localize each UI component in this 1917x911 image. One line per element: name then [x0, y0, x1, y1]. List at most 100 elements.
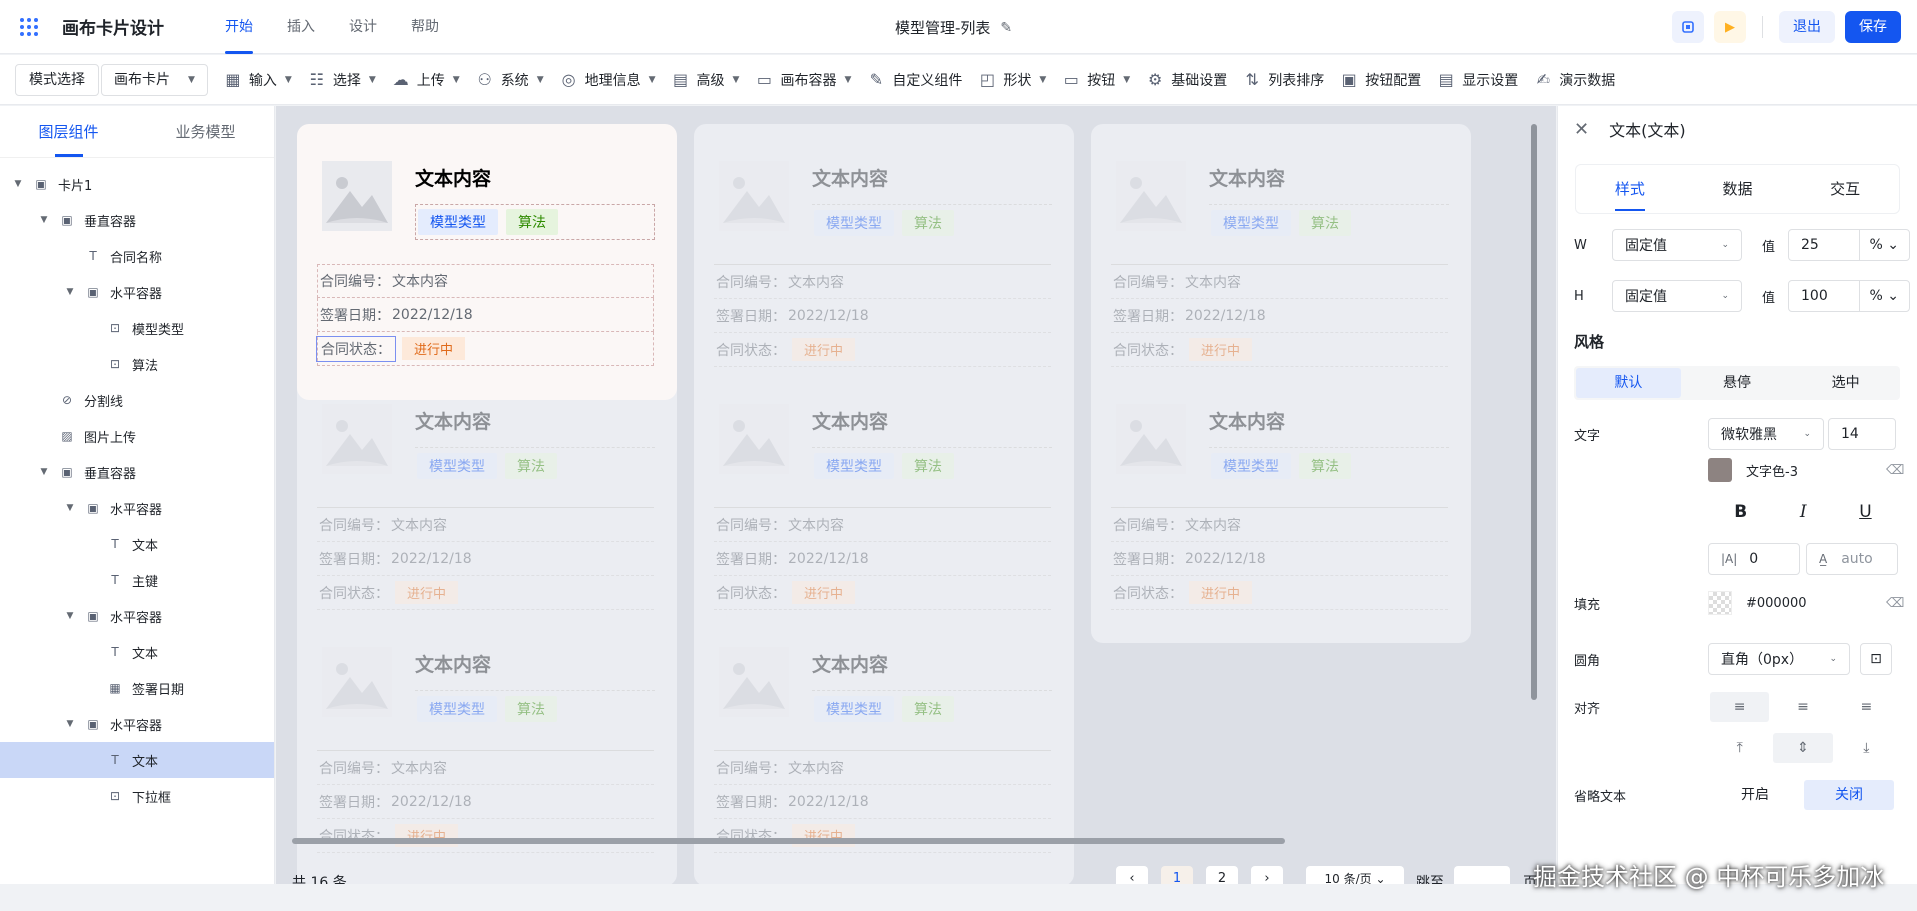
save-button[interactable]: 保存 [1845, 11, 1901, 43]
height-unit-select[interactable]: % ⌄ [1858, 281, 1910, 311]
tree-node[interactable]: ▼ ▣ 水平容器 [0, 598, 274, 634]
list-card[interactable]: 文本内容模型类型算法合同编号：文本内容签署日期：2022/12/18合同状态：进… [297, 124, 677, 400]
tab-data[interactable]: 数据 [1684, 165, 1792, 213]
tree-node[interactable]: ▼ ▣ 卡片1 [0, 166, 274, 202]
width-unit-select[interactable]: % ⌄ [1858, 230, 1910, 260]
align-justify-icon[interactable]: ≡ [1837, 692, 1896, 722]
tree-node[interactable]: ⊘ 分割线 [0, 382, 274, 418]
state-selected[interactable]: 选中 [1793, 368, 1898, 398]
info-label[interactable]: 合同状态： [316, 335, 396, 362]
radius-select[interactable]: 直角（0px） ⌄ [1708, 643, 1850, 675]
width-mode-select[interactable]: 固定值 ⌄ [1612, 229, 1742, 261]
edit-icon[interactable]: ✎ [1000, 20, 1012, 36]
mode-select-button[interactable]: 模式选择 [15, 63, 99, 96]
tab-start[interactable]: 开始 [208, 0, 270, 54]
page-button-1[interactable]: 1 [1161, 866, 1193, 884]
font-family-select[interactable]: 微软雅黑 ⌄ [1708, 418, 1824, 450]
tab-layers[interactable]: 图层组件 [0, 106, 137, 157]
state-hover[interactable]: 悬停 [1685, 368, 1790, 398]
caret-down-icon[interactable]: ▼ [38, 467, 50, 477]
toolbar-demo-data[interactable]: ✍ 演示数据 [1533, 70, 1616, 90]
corner-settings-icon[interactable]: ⊡ [1860, 643, 1892, 675]
toolbar-select[interactable]: ☷ 选择 ▼ [307, 70, 376, 90]
caret-down-icon[interactable]: ▼ [38, 215, 50, 225]
tree-node[interactable]: ⊡ 模型类型 [0, 310, 274, 346]
bold-icon[interactable]: B [1734, 502, 1747, 522]
line-height-input[interactable]: A̲ auto [1806, 543, 1898, 575]
list-card[interactable]: 文本内容模型类型算法合同编号：文本内容签署日期：2022/12/18合同状态：进… [694, 124, 1074, 400]
caret-down-icon[interactable]: ▼ [64, 611, 76, 621]
prev-page-button[interactable]: ‹ [1116, 866, 1148, 884]
tab-insert[interactable]: 插入 [270, 0, 332, 54]
toolbar-system[interactable]: ⚇ 系统 ▼ [475, 70, 544, 90]
tab-interaction[interactable]: 交互 [1791, 165, 1899, 213]
caret-down-icon[interactable]: ▼ [64, 287, 76, 297]
tab-business-model[interactable]: 业务模型 [137, 106, 274, 157]
tree-node[interactable]: ▼ ▣ 垂直容器 [0, 454, 274, 490]
tree-node[interactable]: ▼ ▣ 水平容器 [0, 274, 274, 310]
vertical-scrollbar[interactable] [1531, 124, 1537, 700]
toolbar-shape[interactable]: ◰ 形状 ▼ [977, 70, 1046, 90]
text-color-swatch[interactable] [1708, 458, 1732, 482]
font-size-input[interactable]: 14 [1828, 418, 1896, 450]
tree-node[interactable]: ▼ ▣ 水平容器 [0, 490, 274, 526]
exit-button[interactable]: 退出 [1779, 11, 1835, 43]
state-default[interactable]: 默认 [1576, 368, 1681, 398]
next-page-button[interactable]: › [1251, 866, 1283, 884]
letter-spacing-input[interactable]: |A| 0 [1708, 543, 1800, 575]
caret-down-icon[interactable]: ▼ [64, 719, 76, 729]
height-value-input[interactable]: 100 % ⌄ [1788, 280, 1910, 312]
jump-input[interactable] [1454, 866, 1510, 884]
tag-icon[interactable]: ⌫ [1886, 463, 1904, 478]
toolbar-advanced[interactable]: ▤ 高级 ▼ [671, 70, 739, 90]
toolbar-settings[interactable]: ⚙ 基础设置 [1145, 70, 1227, 90]
toolbar-input[interactable]: ▦ 输入 ▼ [223, 70, 291, 90]
list-card[interactable]: 文本内容模型类型算法合同编号：文本内容签署日期：2022/12/18合同状态：进… [1091, 367, 1471, 643]
toolbar-geo[interactable]: ◎ 地理信息 ▼ [559, 70, 656, 90]
tag-icon[interactable]: ⌫ [1886, 596, 1904, 611]
tab-style[interactable]: 样式 [1576, 165, 1684, 213]
caret-down-icon[interactable]: ▼ [12, 179, 24, 189]
toolbar-button[interactable]: ▭ 按钮 ▼ [1061, 70, 1130, 90]
tab-help[interactable]: 帮助 [394, 0, 456, 54]
toolbar-custom-component[interactable]: ✎ 自定义组件 [866, 70, 963, 90]
caret-down-icon[interactable]: ▼ [64, 503, 76, 513]
width-value-input[interactable]: 25 % ⌄ [1788, 229, 1910, 261]
tree-node[interactable]: ▼ ▣ 垂直容器 [0, 202, 274, 238]
align-center-icon[interactable]: ≡ [1773, 692, 1832, 722]
tree-node[interactable]: ▨ 图片上传 [0, 418, 274, 454]
horizontal-scrollbar[interactable] [292, 838, 1285, 844]
app-grid-icon[interactable] [20, 16, 42, 38]
align-bottom-icon[interactable]: ⤓ [1837, 733, 1896, 763]
list-card[interactable]: 文本内容模型类型算法合同编号：文本内容签署日期：2022/12/18合同状态：进… [694, 367, 1074, 643]
page-button-2[interactable]: 2 [1206, 866, 1238, 884]
ellipsis-off[interactable]: 关闭 [1804, 780, 1894, 810]
fill-color-swatch[interactable] [1708, 591, 1732, 615]
toolbar-upload[interactable]: ☁ 上传 ▼ [391, 70, 460, 90]
tree-node[interactable]: T 合同名称 [0, 238, 274, 274]
tree-node[interactable]: ⊡ 算法 [0, 346, 274, 382]
list-card[interactable]: 文本内容模型类型算法合同编号：文本内容签署日期：2022/12/18合同状态：进… [1091, 124, 1471, 400]
align-left-icon[interactable]: ≡ [1710, 692, 1770, 722]
align-top-icon[interactable]: ⤒ [1710, 733, 1769, 763]
toolbar-button-config[interactable]: ▣ 按钮配置 [1339, 70, 1422, 90]
tree-node[interactable]: T 主键 [0, 562, 274, 598]
ellipsis-on[interactable]: 开启 [1710, 780, 1800, 810]
align-middle-icon[interactable]: ⇕ [1773, 733, 1833, 763]
toolbar-display[interactable]: ▤ 显示设置 [1436, 70, 1519, 90]
toolbar-sort[interactable]: ⇅ 列表排序 [1242, 70, 1325, 90]
tree-node[interactable]: ▼ ▣ 水平容器 [0, 706, 274, 742]
tree-node[interactable]: T 文本 [0, 742, 274, 778]
tree-node[interactable]: ▦ 签署日期 [0, 670, 274, 706]
tree-node[interactable]: ⊡ 下拉框 [0, 778, 274, 814]
design-canvas[interactable]: 文本内容模型类型算法合同编号：文本内容签署日期：2022/12/18合同状态：进… [276, 106, 1556, 884]
list-card[interactable]: 文本内容模型类型算法合同编号：文本内容签署日期：2022/12/18合同状态：进… [297, 367, 677, 643]
underline-icon[interactable]: U [1859, 502, 1871, 522]
toolbar-canvas-container[interactable]: ▭ 画布容器 ▼ [754, 70, 851, 90]
preview-icon[interactable] [1672, 11, 1704, 43]
tree-node[interactable]: T 文本 [0, 634, 274, 670]
tab-design[interactable]: 设计 [332, 0, 394, 54]
play-icon[interactable]: ▶ [1714, 11, 1746, 43]
close-icon[interactable]: ✕ [1574, 119, 1589, 140]
canvas-type-select[interactable]: 画布卡片 ▼ [101, 63, 208, 96]
